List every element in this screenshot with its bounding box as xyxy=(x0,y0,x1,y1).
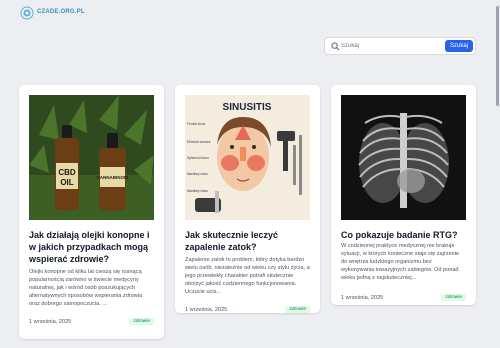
image-text-maxillary-sinus-upper: Maxillary sinus xyxy=(187,172,208,176)
article-date: 1 września, 2025 xyxy=(185,307,228,313)
site-header: CZADE.ORG.PL xyxy=(0,0,500,26)
article-title[interactable]: Jak działają olejki konopne i w jakich p… xyxy=(29,229,157,265)
image-text-frontal-sinus: Frontal sinus xyxy=(187,122,206,126)
image-text-sphenoid-sinus: Sphenoid sinus xyxy=(187,156,209,160)
site-logo-text[interactable]: CZADE.ORG.PL xyxy=(37,9,85,15)
image-text-ethmoid-sinuses: Ethmoid sinuses xyxy=(187,140,211,144)
search-button[interactable]: Szukaj xyxy=(445,40,473,52)
article-title[interactable]: Co pokazuje badanie RTG? xyxy=(341,229,469,241)
article-date: 1 września, 2025 xyxy=(29,319,72,325)
category-badge[interactable]: zdrowie xyxy=(285,306,310,313)
article-card[interactable]: CBD OIL CANNABINOID Jak działają olejki … xyxy=(19,85,164,339)
scrollbar-thumb[interactable] xyxy=(496,6,499,106)
article-card[interactable]: Co pokazuje badanie RTG? W codziennej pr… xyxy=(331,85,476,305)
logo-icon[interactable] xyxy=(20,6,34,20)
image-text-cannabinoid: CANNABINOID xyxy=(97,175,130,180)
image-text-maxillary-sinus-lower: Maxillary sinus xyxy=(187,189,208,193)
article-excerpt: Olejki konopne od kilku lat cieszą się r… xyxy=(29,269,143,307)
category-badge[interactable]: zdrowie xyxy=(441,294,466,301)
category-badge[interactable]: zdrowie xyxy=(129,318,154,325)
search-icon xyxy=(331,42,340,51)
article-card[interactable]: SINUSITIS Frontal sinus Ethmoid sinuses … xyxy=(175,85,320,313)
article-title[interactable]: Jak skutecznie leczyć zapalenie zatok? xyxy=(185,229,313,253)
page-scrollbar[interactable] xyxy=(495,0,500,348)
article-image-xray[interactable] xyxy=(341,95,466,220)
search-bar: Szukaj xyxy=(324,37,476,55)
article-excerpt: Zapalenie zatok to problem, który dotyka… xyxy=(185,257,310,295)
search-input[interactable] xyxy=(341,40,431,52)
article-image-sinusitis[interactable]: SINUSITIS Frontal sinus Ethmoid sinuses … xyxy=(185,95,310,220)
article-excerpt: W codziennej praktyce medycznej nie brak… xyxy=(341,243,460,281)
article-date: 1 września, 2025 xyxy=(341,295,384,301)
image-text-sinusitis: SINUSITIS xyxy=(223,102,272,113)
article-image-cbd-oil[interactable]: CBD OIL CANNABINOID xyxy=(29,95,154,220)
image-text-cbd: CBD xyxy=(58,168,76,177)
image-text-oil: OIL xyxy=(60,178,73,187)
